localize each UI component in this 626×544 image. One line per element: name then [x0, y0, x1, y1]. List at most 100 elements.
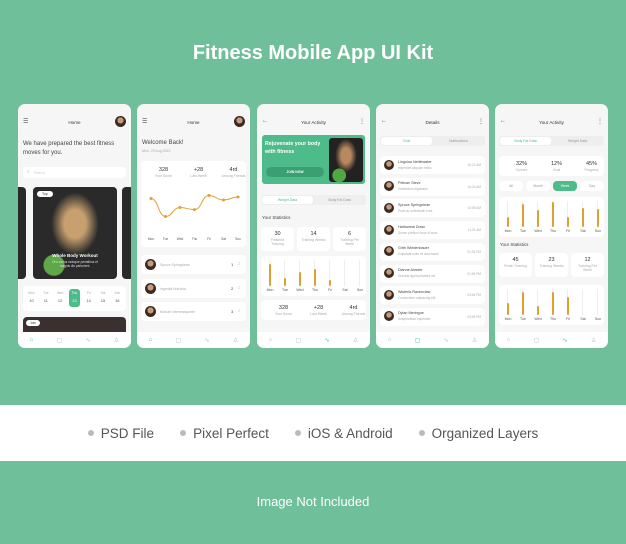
message-time: 10:21 AM: [467, 163, 481, 167]
profile-icon[interactable]: ♙: [233, 337, 238, 344]
home-icon[interactable]: ⌂: [30, 337, 34, 343]
message-time: 10:24 AM: [467, 184, 481, 189]
more-icon[interactable]: ⋮: [359, 118, 365, 125]
chat-icon[interactable]: ▢: [296, 337, 302, 344]
x-tick-label: Mon: [504, 317, 512, 321]
x-tick-label: Thu: [549, 229, 557, 233]
day-name: Thu: [71, 291, 78, 295]
filter-day[interactable]: Day: [580, 181, 604, 191]
chat-row[interactable]: Wisteria Ravenclaw Consectetur adipiscing…: [380, 286, 485, 305]
calendar-day[interactable]: Fri 14: [83, 289, 94, 307]
bar-track: [359, 260, 360, 286]
more-icon[interactable]: ⋮: [597, 118, 603, 125]
chart-bar: [522, 203, 524, 227]
chart-bar: [567, 296, 569, 315]
calendar-day[interactable]: Wed 12: [55, 289, 66, 307]
calendar-day[interactable]: Sun 16: [112, 289, 123, 307]
activity-icon[interactable]: ∿: [205, 337, 210, 344]
tab-chat[interactable]: Chat: [381, 137, 432, 145]
chart-bar: [269, 263, 271, 286]
home-icon[interactable]: ⌂: [269, 337, 273, 343]
calendar-day[interactable]: Sat 15: [98, 289, 109, 307]
message-time: 03:45 PM: [467, 293, 481, 298]
calendar-day[interactable]: Mon 10: [26, 289, 37, 307]
stat-item: 45% Progress: [574, 157, 608, 175]
ranking-row[interactable]: Ingredia Nutrisha 2 ♫: [141, 278, 246, 298]
feature-item: Pixel Perfect: [180, 426, 269, 441]
bar-track: [597, 289, 598, 315]
chart-bar: [329, 279, 331, 286]
stat-item: 12% Goal: [539, 157, 574, 175]
workout-card[interactable]: Top Whole Body Workout Orci varius natoque…: [33, 187, 117, 279]
chat-row[interactable]: Dianne Ameter Gravida ligula pharetra vel…: [380, 264, 485, 283]
activity-icon[interactable]: ∿: [325, 337, 330, 344]
tab-body-fat-data[interactable]: Body Fat Data: [314, 196, 365, 204]
feature-label: iOS & Android: [307, 425, 393, 441]
message-preview: Gravida ligula pharetra vel: [398, 274, 436, 278]
activity-icon[interactable]: ∿: [86, 337, 91, 344]
stat-label: Training Per Week: [340, 238, 359, 246]
x-tick-label: Wed: [176, 237, 184, 241]
workout-card-next[interactable]: [122, 187, 131, 279]
search-input[interactable]: ⌕ Search: [23, 167, 126, 178]
day-date: 16: [115, 298, 120, 303]
chat-row[interactable]: Spruce Springclean Proin ac sollicitudin …: [380, 199, 485, 218]
chat-row[interactable]: Hathaneal Down Donec pretium risus id ris…: [380, 221, 485, 240]
tab-body-fat-data[interactable]: Body Fat Data: [500, 137, 551, 145]
chat-icon[interactable]: ▢: [176, 337, 182, 344]
phone-details-screen: ← Details ⋮ Chat Notifications Linguina Nettl…: [376, 104, 489, 348]
x-tick-label: Sun: [594, 229, 602, 233]
stat-value: 32%: [515, 161, 527, 167]
calendar-day[interactable]: Thu 13: [68, 289, 80, 307]
home-icon[interactable]: ⌂: [388, 337, 392, 343]
chart-bar: [552, 291, 554, 315]
message-preview: Consectetur adipiscing elit: [398, 295, 436, 300]
date-label: Mon, 29 Aug 2022: [142, 149, 171, 153]
filter-week[interactable]: Week: [553, 181, 577, 191]
avatar[interactable]: [115, 116, 126, 127]
avatar: [145, 259, 156, 270]
chart-bar: [567, 216, 569, 227]
more-icon[interactable]: ⋮: [478, 118, 484, 125]
avatar: [384, 202, 394, 213]
chat-row[interactable]: Pelican Steve Vestibulum dignissim 10:24 A…: [380, 177, 485, 196]
contact-name: Wisteria Ravenclaw: [398, 289, 431, 294]
avatar[interactable]: [234, 116, 245, 127]
tab-notifications[interactable]: Notifications: [433, 137, 484, 145]
x-tick-label: Sun: [594, 317, 602, 321]
filter-all[interactable]: All: [499, 181, 523, 191]
tab-weight-data[interactable]: Weight Data: [552, 137, 603, 145]
profile-icon[interactable]: ♙: [114, 337, 119, 344]
ranking-row[interactable]: Spruce Springclean 1 ♫: [141, 255, 246, 274]
chart-bar: [284, 278, 286, 286]
stat-value: 30: [274, 231, 281, 237]
profile-icon[interactable]: ♙: [353, 337, 358, 344]
workout-card-prev[interactable]: [18, 187, 26, 279]
ranking-row[interactable]: Manuel Internetaquette 3 ♫: [141, 302, 246, 321]
activity-icon[interactable]: ∿: [444, 337, 449, 344]
chat-icon[interactable]: ▢: [57, 337, 63, 344]
tab-weight-data[interactable]: Weight Data: [262, 196, 313, 204]
join-now-button[interactable]: JOIN NOW: [266, 167, 324, 177]
stat-item: 12 Training Per Week: [571, 253, 604, 277]
activity-icon[interactable]: ∿: [563, 337, 568, 344]
stat-item: 4rd Among Friends: [336, 301, 370, 319]
chat-icon[interactable]: ▢: [415, 337, 421, 344]
chat-row[interactable]: Dylan Meringue Suspendisse imperdiet 03:49…: [380, 307, 485, 326]
profile-icon[interactable]: ♙: [472, 337, 477, 344]
chat-row[interactable]: Girth Wiedenbauer Vulputate nulla mi accu…: [380, 242, 485, 261]
day-date: 14: [86, 298, 91, 303]
tab-bar: Body Fat Data Weight Data: [499, 136, 604, 146]
stat-item: 6 Training Per Week: [333, 227, 366, 251]
calendar-day[interactable]: Tue 11: [40, 289, 51, 307]
chat-row[interactable]: Linguina Nettlewater Imperdiet aliquam te…: [380, 156, 485, 174]
home-icon[interactable]: ⌂: [507, 337, 511, 343]
profile-icon[interactable]: ♙: [591, 337, 596, 344]
chat-icon[interactable]: ▢: [534, 337, 540, 344]
series-line: [150, 194, 239, 218]
home-icon[interactable]: ⌂: [149, 337, 153, 343]
bar-chart: Mon Tue Wed Thu Fri Sat Sun: [499, 197, 604, 237]
filter-month[interactable]: Month: [526, 181, 550, 191]
stat-value: 12: [584, 257, 591, 263]
section-title: Your Statistics: [262, 215, 291, 220]
